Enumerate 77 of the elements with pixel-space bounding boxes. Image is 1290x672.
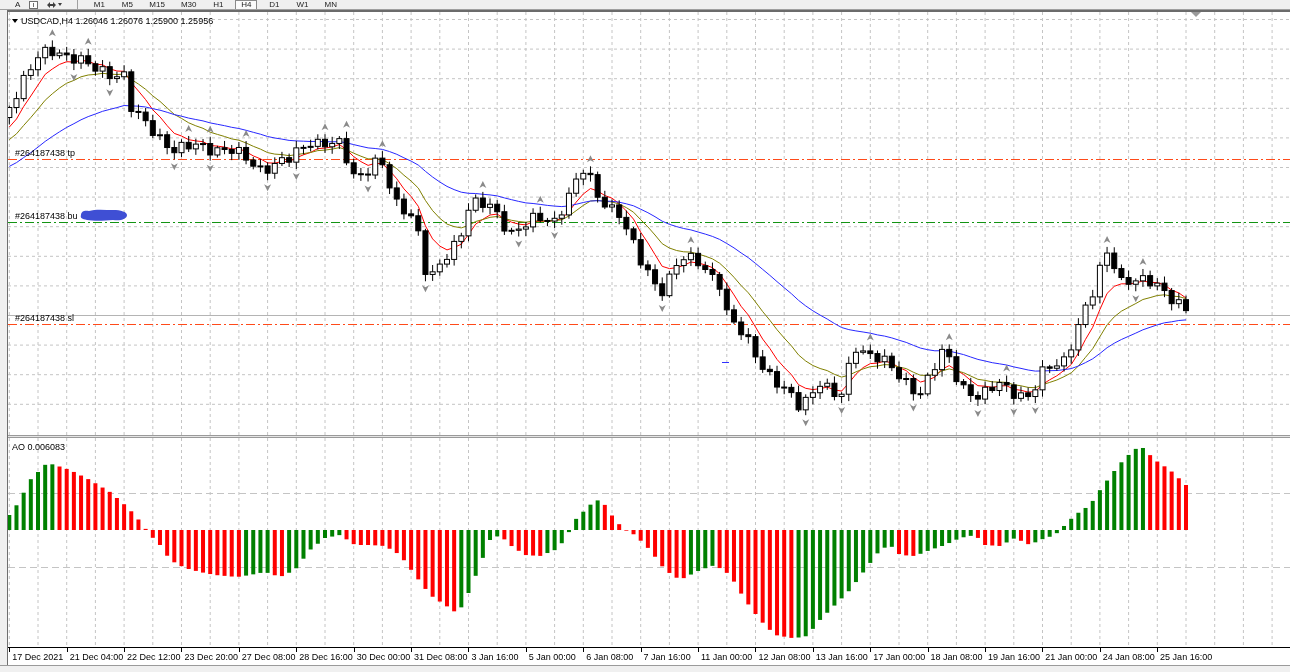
fractal-up-marker	[378, 140, 386, 148]
fractal-up-marker	[1103, 235, 1111, 243]
fractal-down-marker	[106, 89, 114, 97]
time-axis-label: 21 Jan 00:00	[1045, 652, 1098, 662]
fractal-up-marker	[687, 236, 695, 244]
time-axis-label: 6 Jan 08:00	[586, 652, 634, 662]
fractal-up-marker	[586, 155, 594, 163]
timeframe-button[interactable]: H4	[235, 0, 258, 9]
time-axis-label: 24 Jan 08:00	[1102, 652, 1155, 662]
fractal-down-marker	[551, 231, 559, 239]
indicator-title: AO 0.006083	[12, 442, 66, 452]
fractal-up-marker	[1003, 364, 1011, 372]
time-axis-label: 17 Dec 2021	[12, 652, 64, 662]
time-axis-label: 18 Jan 08:00	[930, 652, 983, 662]
order-line-label: #264187438 bu	[15, 211, 78, 221]
fractal-down-marker	[292, 173, 300, 180]
time-axis-label: 22 Dec 12:00	[127, 652, 181, 662]
fractal-up-marker	[242, 130, 250, 138]
time-axis-label: 13 Jan 16:00	[815, 652, 868, 662]
fractal-up-marker	[84, 37, 92, 45]
fractal-down-marker	[70, 74, 78, 82]
fractal-down-marker	[170, 163, 178, 171]
fractal-down-marker	[364, 185, 372, 193]
fractal-up-marker	[321, 123, 329, 131]
time-axis-label: 21 Dec 04:00	[69, 652, 124, 662]
fractal-down-marker	[838, 406, 846, 414]
time-axis-label: 25 Jan 16:00	[1160, 652, 1213, 662]
fractal-down-marker	[1031, 407, 1039, 415]
fractal-down-marker	[658, 304, 666, 312]
timeframe-button[interactable]: M5	[116, 0, 139, 9]
timeframe-button[interactable]: M15	[144, 0, 170, 9]
time-axis-label: 28 Dec 16:00	[299, 652, 353, 662]
time-axis-label: 19 Jan 16:00	[987, 652, 1040, 662]
fractal-up-marker	[48, 29, 56, 37]
fractal-down-marker	[264, 184, 272, 192]
fractal-up-marker	[185, 124, 193, 132]
fractal-up-marker	[945, 333, 953, 341]
time-axis-label: 31 Dec 08:00	[414, 652, 468, 662]
time-axis-label: 7 Jan 16:00	[643, 652, 691, 662]
fractal-down-marker	[1132, 295, 1140, 303]
fractal-up-marker	[536, 195, 544, 203]
caret-icon	[58, 3, 63, 6]
fractal-up-marker	[343, 120, 350, 128]
order-line-label: #264187438 sl	[15, 313, 75, 323]
timeframe-button[interactable]: W1	[291, 0, 314, 9]
fractal-up-marker	[866, 333, 874, 341]
time-axis-label: 30 Dec 00:00	[356, 652, 411, 662]
chart-title: USDCAD,H4 1.26046 1.26076 1.25900 1.25956	[21, 16, 214, 26]
time-axis-label: 5 Jan 00:00	[528, 652, 576, 662]
fractal-down-marker	[421, 285, 429, 293]
fractal-down-marker	[802, 419, 810, 427]
time-axis-label: 23 Dec 20:00	[184, 652, 238, 662]
fractal-up-marker	[1139, 258, 1147, 265]
time-axis-label: 3 Jan 16:00	[471, 652, 519, 662]
timeframe-button[interactable]: M30	[175, 0, 202, 9]
time-axis-label: 12 Jan 08:00	[758, 652, 811, 662]
time-axis-label: 17 Jan 00:00	[873, 652, 926, 662]
time-axis-label: 11 Jan 00:00	[701, 652, 753, 662]
timeframe-button[interactable]: M1	[88, 0, 111, 9]
short-dash-mark	[721, 362, 730, 363]
time-axis-label: 27 Dec 08:00	[241, 652, 296, 662]
fractal-down-marker	[206, 164, 214, 172]
double-arrow-icon	[47, 0, 57, 9]
fractal-up-marker	[206, 125, 214, 133]
timeframe-button[interactable]: D1	[263, 0, 286, 9]
timeframe-button[interactable]: MN	[319, 0, 342, 9]
fractal-down-marker	[974, 409, 982, 417]
fractal-down-marker	[909, 404, 917, 412]
text-tool-button[interactable]: A	[12, 0, 24, 9]
frame-icon[interactable]	[29, 0, 39, 9]
fractal-up-marker	[479, 180, 487, 188]
dropdown-caret-icon[interactable]	[12, 19, 18, 23]
chart-shift-marker-icon	[1191, 12, 1201, 17]
fractal-down-marker	[1010, 408, 1018, 416]
fractal-down-marker	[515, 240, 523, 248]
timeframe-button[interactable]: H1	[207, 0, 230, 9]
order-line-label: #264187438 tp	[15, 148, 76, 158]
